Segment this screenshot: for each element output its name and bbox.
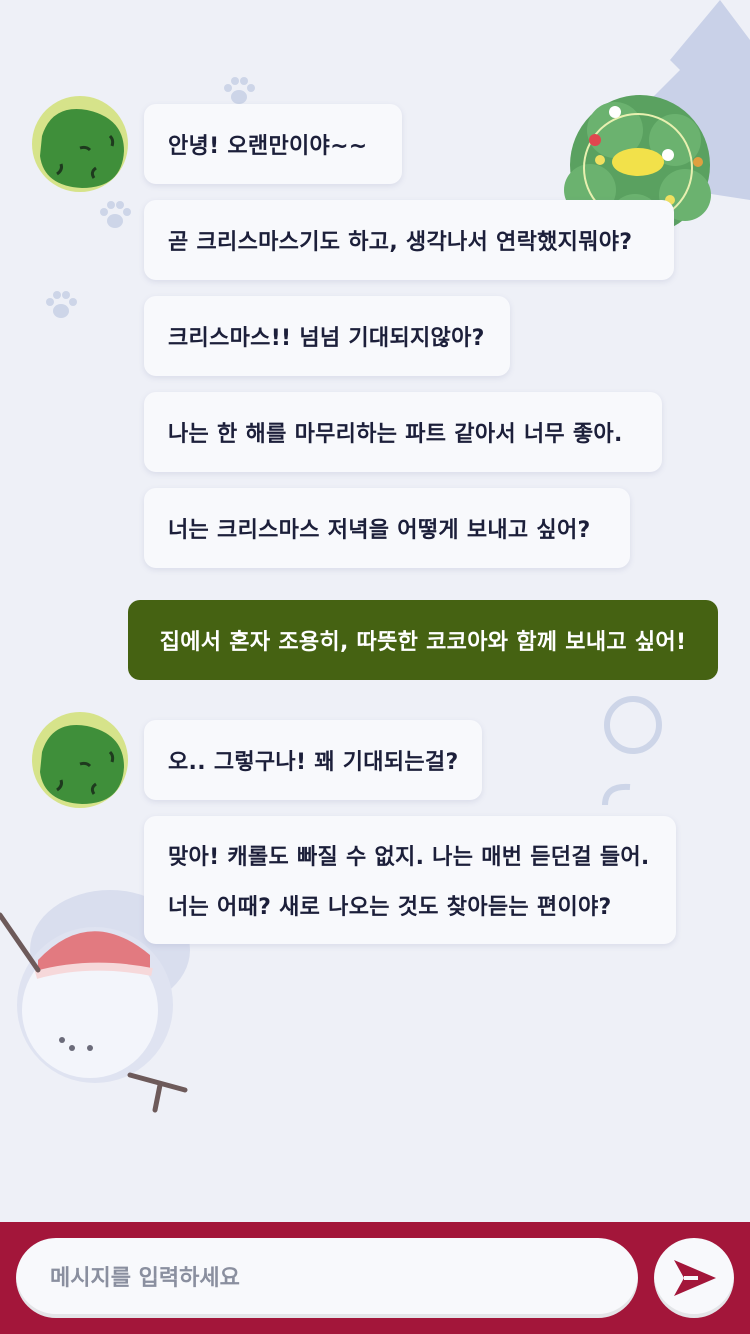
message-input-container[interactable] (16, 1238, 638, 1318)
user-message-bubble: 집에서 혼자 조용히, 따뜻한 코코아와 함께 보내고 싶어! (128, 600, 718, 680)
bot-avatar[interactable] (32, 96, 128, 192)
bot-message-bubble: 너는 크리스마스 저녁을 어떻게 보내고 싶어? (144, 488, 630, 568)
message-line: 맞아! 캐롤도 빠질 수 없지. 나는 매번 듣던걸 들어. (168, 845, 650, 870)
send-arrow-icon (674, 1260, 716, 1296)
bot-message-bubble: 맞아! 캐롤도 빠질 수 없지. 나는 매번 듣던걸 들어. 너는 어때? 새로… (144, 816, 676, 944)
bot-avatar[interactable] (32, 712, 128, 808)
bot-message-bubble: 크리스마스!! 넘넘 기대되지않아? (144, 296, 510, 376)
paw-print-decoration (100, 201, 131, 228)
paw-print-decoration (46, 291, 77, 318)
message-line: 너는 어때? 새로 나오는 것도 찾아듣는 편이야? (168, 895, 612, 920)
bot-message-bubble: 곧 크리스마스기도 하고, 생각나서 연락했지뭐야? (144, 200, 674, 280)
message-input[interactable] (48, 1264, 612, 1292)
bot-message-bubble: 오.. 그렇구나! 꽤 기대되는걸? (144, 720, 482, 800)
bot-message-bubble: 나는 한 해를 마무리하는 파트 같아서 너무 좋아. (144, 392, 662, 472)
bot-message-bubble: 안녕! 오랜만이야~~ (144, 104, 402, 184)
send-button[interactable] (654, 1238, 734, 1318)
composer-bar (0, 1222, 750, 1334)
